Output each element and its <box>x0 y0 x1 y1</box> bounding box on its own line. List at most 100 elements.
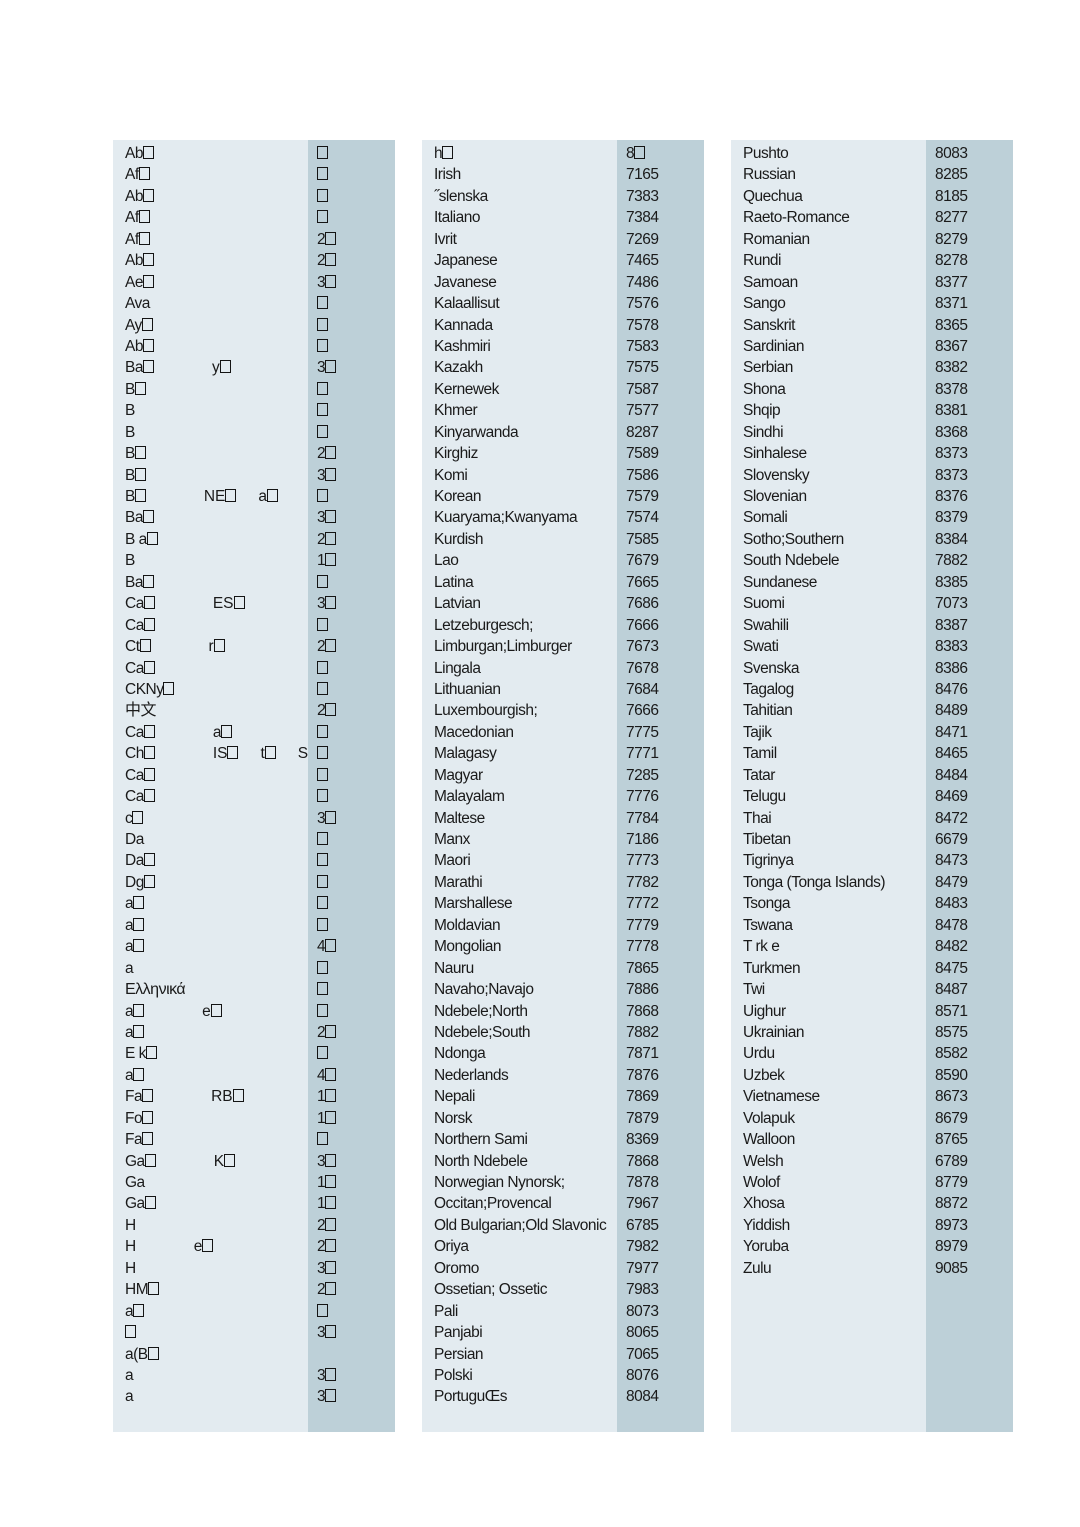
language-code-cell: 8365 <box>926 315 1013 336</box>
cell-text: Italiano <box>434 209 480 227</box>
cell-text: Occitan;Provencal <box>434 1195 552 1213</box>
missing-glyph-box <box>202 1239 214 1253</box>
glyph-run: 7269 <box>626 229 659 250</box>
cell-text: 7686 <box>626 595 659 613</box>
language-name-cell: B <box>113 550 308 571</box>
language-name-cell: HM <box>113 1279 308 1300</box>
missing-glyph-box <box>317 381 328 395</box>
language-name-cell: Panjabi <box>422 1322 617 1343</box>
cell-text: 6679 <box>935 831 968 848</box>
cell-text: B <box>125 445 135 463</box>
glyph-run: 8590 <box>935 1065 968 1086</box>
language-name-cell: Samoan <box>731 272 926 293</box>
cell-text: Navaho;Navajo <box>434 981 534 999</box>
language-code-cell: 7686 <box>617 593 704 614</box>
glyph-run: 8382 <box>935 357 968 378</box>
language-name-cell: Macedonian <box>422 722 617 743</box>
glyph-run: Moldavian <box>434 915 501 936</box>
language-name-cell: Serbian <box>731 357 926 378</box>
glyph-run: Svenska <box>743 658 799 679</box>
language-name-cell: Quechua <box>731 186 926 207</box>
missing-glyph-box <box>225 489 237 502</box>
language-code-cell: 1 <box>308 1172 395 1193</box>
cell-text: 1 <box>317 1195 326 1213</box>
cell-text: Yiddish <box>743 1216 790 1234</box>
language-name-cell: Ελληνικά <box>113 979 308 1000</box>
glyph-run: Ae <box>125 272 154 293</box>
missing-glyph-box <box>325 1367 337 1381</box>
glyph-run: 8065 <box>626 1322 659 1343</box>
language-name-cell: Old Bulgarian;Old Slavonic <box>422 1215 617 1236</box>
glyph-run: 8083 <box>935 143 968 164</box>
glyph-run <box>125 1322 136 1343</box>
cell-text: Ba <box>125 509 143 527</box>
glyph-run <box>317 1043 328 1064</box>
glyph-run <box>317 979 328 1000</box>
glyph-run: 7983 <box>626 1279 659 1300</box>
glyph-run: Yoruba <box>743 1236 789 1257</box>
glyph-run: Pushto <box>743 143 789 164</box>
language-code-cell: 7871 <box>617 1043 704 1064</box>
language-code-cell: 7073 <box>926 593 1013 614</box>
language-code-cell: 7585 <box>617 529 704 550</box>
glyph-run: B <box>125 443 146 464</box>
glyph-run: Af <box>125 207 150 228</box>
glyph-run <box>317 572 328 593</box>
missing-glyph-box <box>317 681 328 695</box>
glyph-run: 2 <box>317 250 337 271</box>
missing-glyph-box <box>325 1325 337 1339</box>
glyph-run: Malagasy <box>434 743 497 764</box>
language-code-cell: 8083 <box>926 143 1013 164</box>
language-name-cell: Ba <box>113 572 308 593</box>
glyph-run: Pali <box>434 1301 458 1322</box>
glyph-run: 7585 <box>626 529 659 550</box>
glyph-run: a(B <box>125 1344 159 1365</box>
language-name-cell: Welsh <box>731 1151 926 1172</box>
missing-glyph-box <box>142 274 154 288</box>
cell-text: 2 <box>317 702 326 720</box>
glyph-run: h <box>434 143 454 164</box>
cell-text: a <box>125 959 134 977</box>
language-code-cell: 7384 <box>617 207 704 228</box>
glyph-run: Yiddish <box>743 1215 790 1236</box>
missing-glyph-box <box>317 832 328 845</box>
missing-glyph-box <box>210 1003 222 1017</box>
glyph-run <box>317 915 328 936</box>
missing-glyph-box <box>142 253 154 267</box>
cell-text: 2 <box>317 1238 326 1256</box>
language-name-cell: Urdu <box>731 1043 926 1064</box>
missing-glyph-box <box>325 1024 337 1038</box>
language-name-cell: Sundanese <box>731 572 926 593</box>
cell-text: Ct <box>125 638 140 656</box>
cell-text: Ga <box>125 1174 145 1191</box>
glyph-run: Kurdish <box>434 529 484 550</box>
missing-glyph-box <box>325 703 337 717</box>
glyph-run: H <box>125 1258 136 1279</box>
cell-text: H <box>125 1259 136 1277</box>
cell-text: Panjabi <box>434 1324 483 1342</box>
cell-text: 2 <box>317 445 326 463</box>
language-code-cell: 7776 <box>617 786 704 807</box>
glyph-run: 7876 <box>626 1065 659 1086</box>
cell-text: 2 <box>317 252 326 270</box>
language-code-cell: 8386 <box>926 658 1013 679</box>
glyph-run: 3 <box>317 1258 337 1279</box>
language-code-cell: 6789 <box>926 1151 1013 1172</box>
cell-text: 8369 <box>626 1131 659 1149</box>
column-2: h Irish ˝slenska Italiano Ivrit Japanese Javan… <box>422 140 704 1432</box>
glyph-run: 8679 <box>935 1108 968 1129</box>
language-code-cell: 7779 <box>617 915 704 936</box>
language-name-cell: Yiddish <box>731 1215 926 1236</box>
missing-glyph-box <box>442 146 454 159</box>
cell-text: 8679 <box>935 1109 968 1127</box>
glyph-run: Xhosa <box>743 1193 785 1214</box>
cell-text: Nepali <box>434 1088 475 1106</box>
glyph-run <box>317 1301 328 1322</box>
glyph-run: B <box>125 550 135 571</box>
glyph-run: 7574 <box>626 507 659 528</box>
language-name-cell: a <box>113 1386 308 1407</box>
cell-text: Ab <box>125 252 143 270</box>
glyph-run: Tagalog <box>743 679 794 700</box>
language-code-cell: 2 <box>308 529 395 550</box>
language-name-cell: Kazakh <box>422 357 617 378</box>
